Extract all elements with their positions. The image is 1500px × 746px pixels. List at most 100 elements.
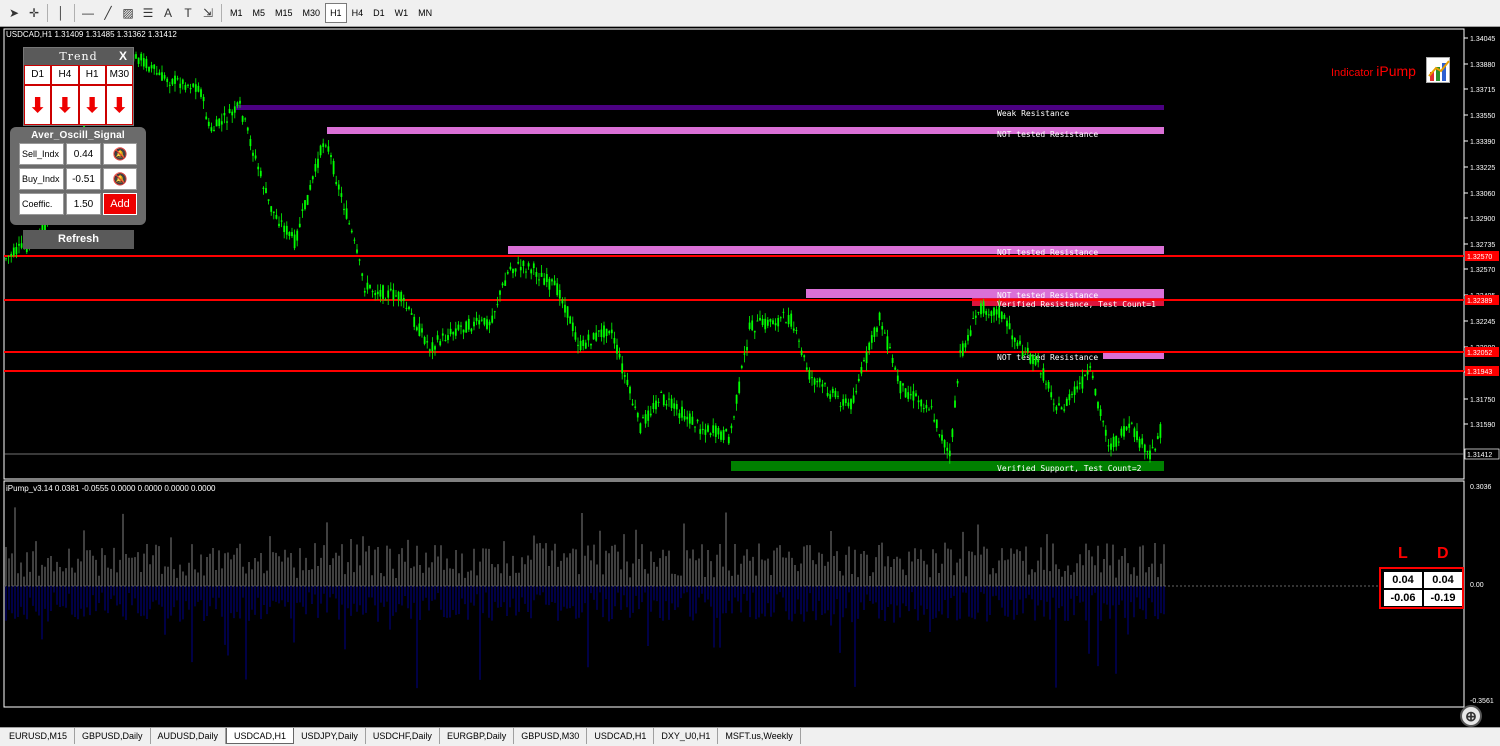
candle-body (839, 406, 842, 408)
chart-tab[interactable]: DXY_U0,H1 (654, 728, 719, 744)
timeframe-h1[interactable]: H1 (325, 3, 347, 23)
chart-tab[interactable]: EURUSD,M15 (2, 728, 76, 744)
chart-tab[interactable]: GBPUSD,Daily (75, 728, 151, 744)
candle-body (868, 342, 871, 350)
candle-body (704, 429, 707, 435)
trendline-icon[interactable]: ╱ (98, 2, 118, 24)
candle-body (1068, 394, 1071, 401)
candle-body (1045, 383, 1047, 385)
chart-area[interactable]: Weak Resistance NOT tested Resistance NOT … (0, 27, 1500, 727)
candle-body (904, 388, 907, 398)
candle-body (712, 425, 715, 433)
candle-body (192, 83, 195, 87)
candle-body (447, 335, 449, 340)
candle-body (582, 339, 585, 347)
candle-body (938, 434, 941, 436)
candle-body (1089, 366, 1092, 368)
chart-tab[interactable]: USDJPY,Daily (294, 728, 366, 744)
trend-tf-h4: H4 (51, 65, 79, 85)
crosshair-icon[interactable]: ✛ (24, 2, 44, 24)
sr-zone-band (806, 289, 1164, 298)
arrow-down-icon: ⬇ (24, 85, 52, 125)
chart-tab[interactable]: USDCAD,H1 (226, 728, 295, 744)
candle-body (452, 332, 455, 335)
cursor-icon[interactable]: ➤ (4, 2, 24, 24)
candle-body (301, 209, 304, 211)
price-chart[interactable]: Weak Resistance NOT tested Resistance NOT … (0, 27, 1500, 708)
chart-tab[interactable]: USDCAD,H1 (587, 728, 655, 744)
candle-body (636, 412, 639, 418)
timeframe-m30[interactable]: M30 (298, 3, 326, 23)
sell-alert-mute-icon[interactable]: 🔕 (103, 143, 137, 165)
arrow-down-icon: ⬇ (51, 85, 79, 125)
chart-tab[interactable]: MSFT.us,Weekly (718, 728, 801, 744)
text-icon[interactable]: A (158, 2, 178, 24)
candle-body (649, 413, 652, 416)
candle-body (571, 322, 574, 331)
timeframe-mn[interactable]: MN (413, 3, 437, 23)
price-marker-label: 1.32570 (1467, 254, 1492, 261)
vertical-line-icon[interactable]: │ (51, 2, 71, 24)
timeframe-h4[interactable]: H4 (347, 3, 369, 23)
candle-body (553, 280, 556, 286)
candle-body (1130, 422, 1133, 424)
candle-body (1141, 438, 1144, 445)
candle-body (1112, 436, 1115, 448)
chart-tab[interactable]: AUDUSD,Daily (151, 728, 227, 744)
candle-body (137, 57, 140, 64)
shapes-dropdown-icon[interactable]: ⇲ (198, 2, 218, 24)
candle-body (551, 279, 553, 282)
coefficient-field[interactable]: 1.50 (66, 193, 101, 215)
candle-body (967, 335, 969, 341)
candle-body (772, 320, 774, 325)
candle-body (881, 326, 884, 330)
timeframe-m15[interactable]: M15 (270, 3, 298, 23)
add-button[interactable]: Add (103, 193, 137, 215)
buy-alert-mute-icon[interactable]: 🔕 (103, 168, 137, 190)
timeframe-d1[interactable]: D1 (368, 3, 390, 23)
chart-tab[interactable]: USDCHF,Daily (366, 728, 440, 744)
candle-body (558, 289, 561, 299)
trend-panel-close-button[interactable]: X (119, 48, 128, 65)
zoom-icon[interactable]: ⊕ (1460, 705, 1482, 727)
candle-body (847, 402, 850, 407)
candle-body (907, 392, 910, 399)
candle-body (642, 417, 644, 419)
candle-body (205, 116, 208, 120)
sell-index-label: Sell_Indx (19, 143, 64, 165)
horizontal-line-icon[interactable]: — (78, 2, 98, 24)
fibonacci-icon[interactable]: ☰ (138, 2, 158, 24)
candle-body (699, 429, 702, 434)
text-label-icon[interactable]: T (178, 2, 198, 24)
candle-body (506, 271, 509, 274)
candle-body (777, 317, 780, 327)
candle-body (876, 327, 878, 332)
candle-body (517, 261, 520, 264)
timeframe-m5[interactable]: M5 (248, 3, 271, 23)
candle-body (189, 88, 192, 90)
toolbar-separator (221, 4, 222, 22)
price-tick-label: 1.34045 (1470, 36, 1495, 43)
candle-body (1008, 323, 1011, 330)
candle-body (610, 329, 613, 334)
candle-body (1058, 403, 1060, 406)
candle-body (954, 400, 956, 408)
candle-body (1086, 370, 1089, 375)
candle-body (244, 118, 247, 120)
chart-tab[interactable]: GBPUSD,M30 (514, 728, 588, 744)
channel-icon[interactable]: ▨ (118, 2, 138, 24)
candle-body (296, 230, 299, 241)
timeframe-m1[interactable]: M1 (225, 3, 248, 23)
candle-body (1024, 353, 1027, 355)
candle-body (1003, 315, 1006, 319)
candle-body (267, 199, 270, 201)
candle-body (434, 346, 436, 350)
candle-body (493, 311, 496, 313)
refresh-button[interactable]: Refresh (23, 230, 134, 249)
sr-zone-label: Verified Support, Test Count=2 (997, 464, 1142, 473)
candle-body (1120, 428, 1123, 436)
candle-body (519, 266, 522, 271)
timeframe-w1[interactable]: W1 (390, 3, 414, 23)
ipump-chart-icon (1426, 57, 1450, 83)
chart-tab[interactable]: EURGBP,Daily (440, 728, 515, 744)
